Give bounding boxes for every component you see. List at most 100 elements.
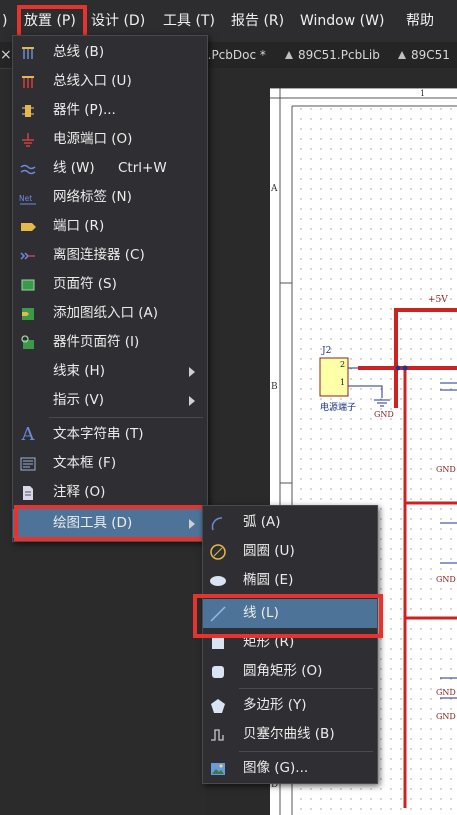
menu-item-image[interactable]: 图像 (G)... (203, 754, 377, 783)
gnd-label: GND (374, 410, 394, 419)
gnd-label: GND (436, 575, 456, 584)
menu-item-label: 总线入口 (U) (53, 73, 132, 89)
arc-icon (211, 517, 223, 531)
menu-item-label: 注释 (O) (53, 484, 106, 500)
menu-item-bezier[interactable]: 贝塞尔曲线 (B) (203, 720, 377, 749)
tab-label: 89C51.PcbLib (298, 48, 380, 62)
part-icon (22, 105, 34, 117)
pcb-lib-icon (398, 51, 406, 59)
menu-item-drawing-tools[interactable]: 绘图工具 (D) (13, 509, 207, 538)
line-icon (210, 606, 226, 622)
bezier-icon (211, 729, 224, 741)
image-icon (211, 763, 225, 775)
sheet-entry-icon (22, 308, 34, 320)
menu-item-port[interactable]: 端口 (R) (13, 212, 207, 241)
menu-item-directives[interactable]: 指示 (V) (13, 386, 207, 415)
menu-item-label: 电源端口 (O) (53, 131, 133, 147)
tab-pcblib[interactable]: 89C51.PcbLib (283, 42, 380, 68)
svg-text:Net: Net (19, 194, 32, 203)
menu-item-line[interactable]: 线 (L) (203, 599, 377, 628)
component-desc: 电源端子 (320, 403, 357, 413)
menu-reports[interactable]: 报告 (R) (231, 8, 284, 34)
tab-pcbdoc[interactable]: 1.PcbDoc * (200, 42, 266, 68)
text-string-icon: A (21, 424, 35, 445)
menu-item-label: 多边形 (Y) (243, 697, 307, 713)
menu-item-round-rectangle[interactable]: 圆角矩形 (O) (203, 657, 377, 686)
gnd-label: GND (436, 688, 456, 697)
menu-item-bus[interactable]: 总线 (B) (13, 38, 207, 67)
menu-item-label: 器件 (P)... (53, 102, 116, 118)
menu-help[interactable]: 帮助 (406, 8, 434, 34)
close-icon[interactable]: × (0, 42, 12, 68)
row-label-b: B (271, 382, 278, 392)
port-icon (21, 223, 36, 231)
menu-item-part[interactable]: 器件 (P)... (13, 96, 207, 125)
menu-separator (239, 595, 373, 596)
menu-item-shortcut: Ctrl+W (118, 160, 167, 176)
sheet-symbol-icon (21, 279, 35, 291)
menu-item-sheet-entry[interactable]: 添加图纸入口 (A) (13, 299, 207, 328)
circle-icon (210, 544, 226, 560)
menu-item-label: 绘图工具 (D) (53, 515, 133, 531)
menu-window[interactable]: Window (W) (300, 8, 384, 34)
menu-item-arc[interactable]: 弧 (A) (203, 508, 377, 537)
menu-item-circle[interactable]: 圆圈 (U) (203, 537, 377, 566)
menu-item-net-label[interactable]: Net 网络标签 (N) (13, 183, 207, 212)
net-label-icon: Net (19, 194, 36, 205)
drawing-tools-menu: 弧 (A) 圆圈 (U) 椭圆 (E) 线 (L) 矩形 (R) 圆角矩形 (O… (202, 505, 378, 784)
menu-item-power-port[interactable]: 电源端口 (O) (13, 125, 207, 154)
menu-place[interactable]: 放置 (P) (24, 8, 76, 34)
menu-item-polygon[interactable]: 多边形 (Y) (203, 691, 377, 720)
menu-item-harness[interactable]: 线束 (H) (13, 357, 207, 386)
menu-item-wire[interactable]: 线 (W) Ctrl+W (13, 154, 207, 183)
menu-item-label: 线束 (H) (53, 363, 105, 379)
bus-icon (22, 47, 34, 59)
menu-item-text-string[interactable]: A 文本字符串 (T) (13, 420, 207, 449)
menu-separator (239, 751, 373, 752)
menu-item-label: 文本框 (F) (53, 455, 117, 471)
tab-label: 1.PcbDoc * (200, 48, 266, 62)
menu-item-sheet-symbol[interactable]: 页面符 (S) (13, 270, 207, 299)
menu-item-off-sheet-connector[interactable]: 离图连接器 (C) (13, 241, 207, 270)
menu-item-label: 网络标签 (N) (53, 189, 132, 205)
menu-separator (49, 417, 203, 418)
round-rectangle-icon (212, 666, 224, 678)
tab-89c51[interactable]: 89C51 (396, 42, 450, 68)
menu-design[interactable]: 设计 (D) (91, 8, 145, 34)
place-menu: 总线 (B) 总线入口 (U) 器件 (P)... 电源端口 (O) 线 (W)… (12, 35, 208, 542)
component-ref: J2 (322, 346, 332, 356)
menu-item-device-sheet-symbol[interactable]: 器件页面符 (I) (13, 328, 207, 357)
net-label: +5V (428, 295, 448, 305)
menu-edit-partial[interactable]: ) (2, 8, 7, 34)
menu-item-label: 图像 (G)... (243, 760, 309, 776)
off-sheet-connector-icon (20, 252, 35, 260)
pin-label-2: 2 (340, 360, 346, 369)
menu-item-label: 弧 (A) (243, 514, 281, 530)
text-frame-icon (20, 457, 36, 471)
menu-item-label: 线 (W) (53, 160, 95, 176)
menu-item-note[interactable]: 注释 (O) (13, 478, 207, 507)
menu-item-bus-entry[interactable]: 总线入口 (U) (13, 67, 207, 96)
row-label-a: A (271, 184, 278, 194)
column-label: 1 (420, 89, 426, 98)
menu-item-label: 椭圆 (E) (243, 572, 294, 588)
menu-item-label: 页面符 (S) (53, 276, 117, 292)
tab-label: 89C51 (411, 48, 450, 62)
menu-item-rectangle[interactable]: 矩形 (R) (203, 628, 377, 657)
menu-item-text-frame[interactable]: 文本框 (F) (13, 449, 207, 478)
menu-item-label: 圆圈 (U) (243, 543, 295, 559)
menu-item-label: 器件页面符 (I) (53, 334, 140, 350)
submenu-arrow-icon (189, 519, 195, 529)
menu-item-ellipse[interactable]: 椭圆 (E) (203, 566, 377, 595)
submenu-arrow-icon (189, 396, 195, 406)
gnd-label: GND (436, 465, 456, 474)
menu-item-label: 离图连接器 (C) (53, 247, 145, 263)
bus-entry-icon (22, 76, 34, 88)
menu-item-label: 矩形 (R) (243, 634, 295, 650)
menu-item-label: 圆角矩形 (O) (243, 663, 323, 679)
note-icon (23, 486, 33, 500)
menu-item-label: 添加图纸入口 (A) (53, 305, 159, 321)
power-port-icon (22, 133, 34, 147)
pin-label-1: 1 (340, 378, 346, 387)
menu-tools[interactable]: 工具 (T) (163, 8, 215, 34)
